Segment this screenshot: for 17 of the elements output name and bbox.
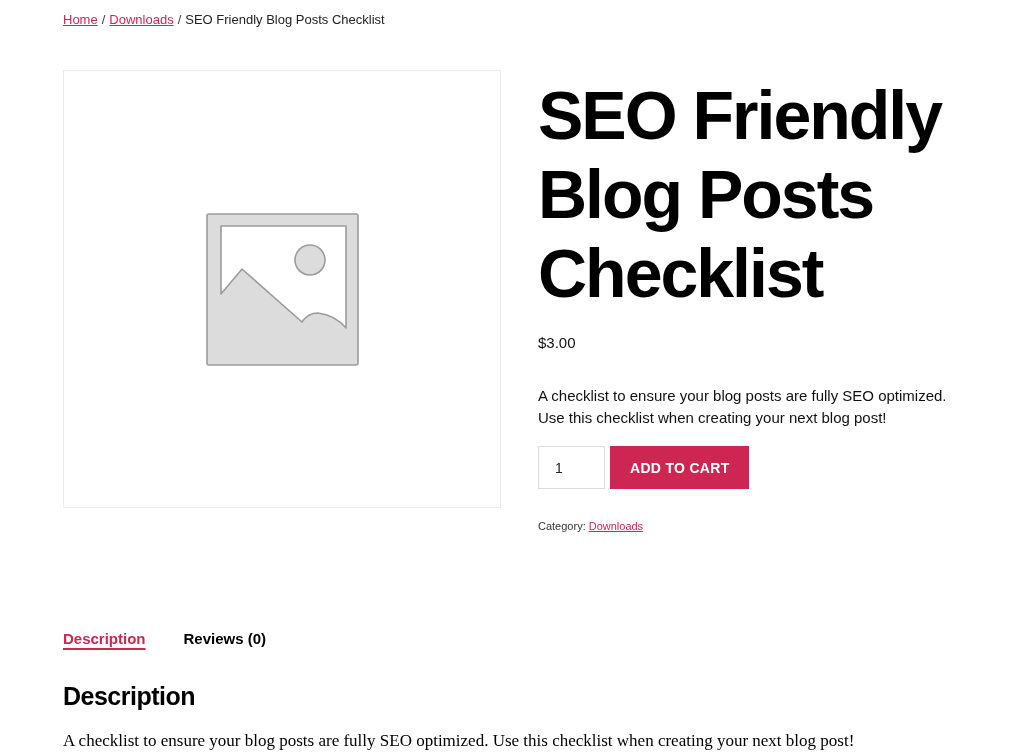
breadcrumb-separator: / xyxy=(101,12,106,28)
category-label: Category: xyxy=(538,519,586,533)
quantity-field[interactable]: 1 xyxy=(538,446,605,489)
product-description: A checklist to ensure your blog posts are fully SEO optimized. Use this checklist when creating your next blog post! xyxy=(538,386,948,428)
description-text: A checklist to ensure your blog posts are fully SEO optimized. Use this checklist when creating your next blog post! xyxy=(63,730,856,752)
product-title: SEO Friendly Blog Posts Checklist xyxy=(538,76,943,313)
add-to-cart-button[interactable]: ADD TO CART xyxy=(610,446,750,489)
tab[interactable]: Reviews (0) xyxy=(183,629,267,649)
image-placeholder-icon xyxy=(204,211,360,367)
breadcrumb-link[interactable]: Home xyxy=(63,12,98,28)
tab[interactable]: Description xyxy=(63,629,146,649)
section-heading: Description xyxy=(63,681,197,711)
breadcrumb-current: SEO Friendly Blog Posts Checklist xyxy=(185,12,385,28)
breadcrumb-link[interactable]: Downloads xyxy=(109,12,174,28)
category-link[interactable]: Downloads xyxy=(588,519,644,533)
product-price: $3.00 xyxy=(538,333,577,353)
breadcrumb-separator: / xyxy=(177,12,182,28)
